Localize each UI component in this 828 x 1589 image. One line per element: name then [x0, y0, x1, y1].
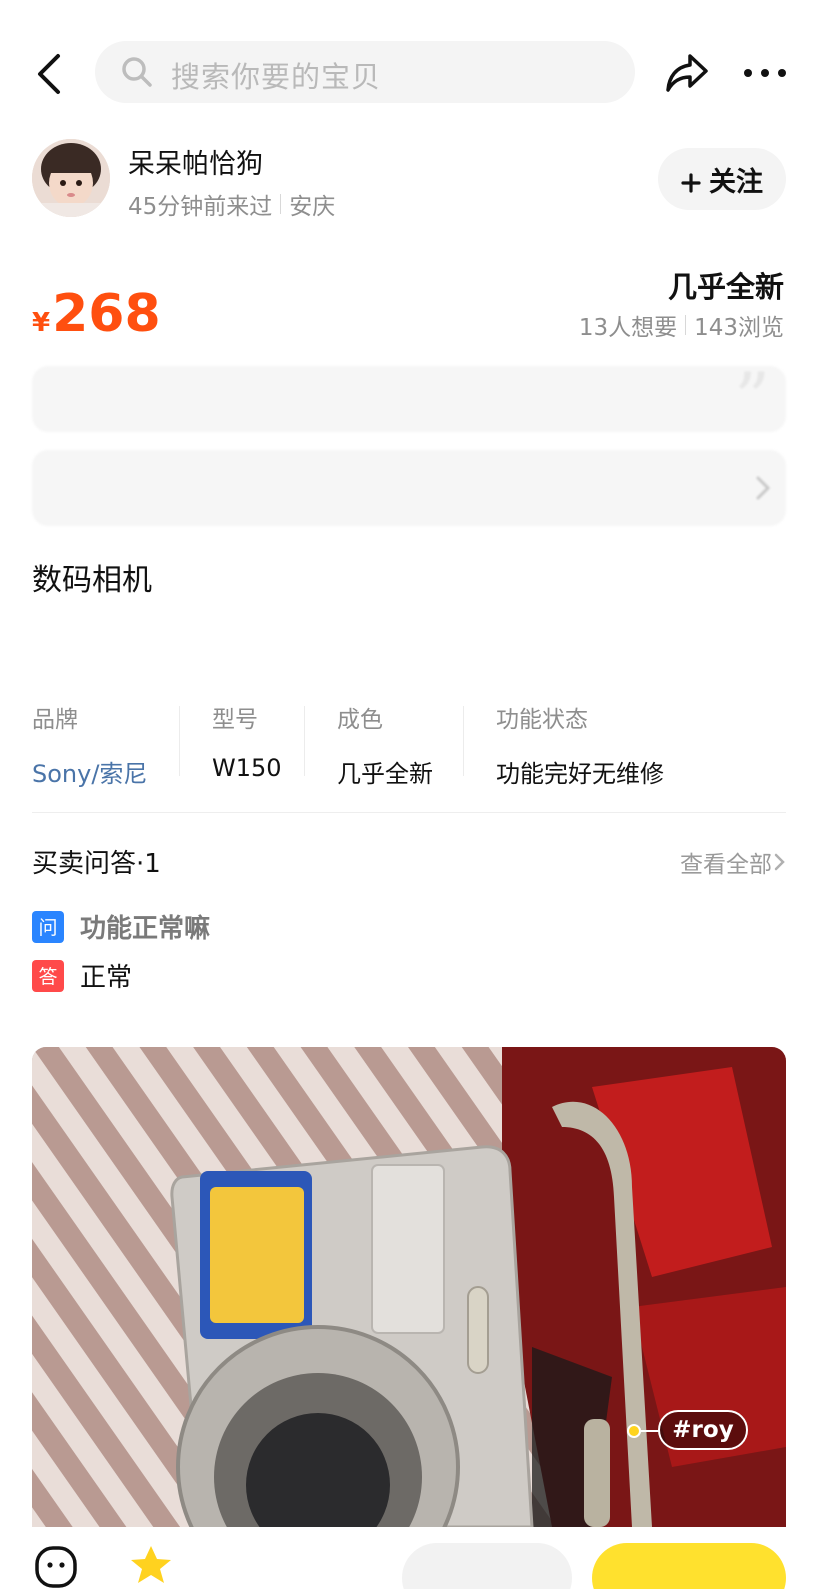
secondary-action-button[interactable]	[402, 1543, 572, 1589]
follow-button[interactable]: 关注	[658, 148, 786, 210]
seller-name[interactable]: 呆呆帕恰狗	[128, 142, 263, 181]
attr-condition: 成色 几乎全新	[337, 700, 433, 789]
item-photo[interactable]	[32, 1047, 786, 1527]
question-badge: 问	[32, 910, 64, 943]
follow-label: 关注	[709, 166, 763, 198]
item-stats: 13人想要 143浏览	[579, 308, 784, 342]
stats-divider	[685, 315, 687, 335]
back-icon[interactable]	[30, 52, 70, 96]
share-icon[interactable]	[664, 50, 710, 96]
attr-value: W150	[212, 754, 282, 782]
qa-question-row[interactable]: 问 功能正常嘛	[32, 908, 210, 945]
condition-label: 几乎全新	[667, 270, 784, 304]
qa-answer-row[interactable]: 答 正常	[32, 957, 132, 994]
last-seen: 45分钟前来过	[128, 194, 273, 220]
price-amount: 268	[52, 284, 161, 344]
attr-model: 型号 W150	[212, 700, 282, 782]
item-title: 数码相机	[32, 563, 152, 598]
attr-function: 功能状态 功能完好无维修	[496, 700, 664, 789]
wants-count: 13人想要	[578, 315, 678, 341]
attr-value: 几乎全新	[337, 760, 433, 788]
tag-dot	[627, 1424, 641, 1438]
more-icon[interactable]	[742, 60, 788, 86]
price: ¥ 268	[32, 284, 161, 344]
attr-brand: 品牌 Sony/索尼	[32, 700, 147, 789]
attr-divider	[179, 706, 180, 776]
qa-view-all-label: 查看全部	[680, 852, 772, 878]
attr-divider	[304, 706, 305, 776]
quote-icon: ”	[734, 358, 770, 440]
blurred-description-card: ”	[32, 358, 786, 440]
chevron-right-icon	[754, 474, 772, 502]
avatar[interactable]	[32, 139, 110, 217]
meta-divider	[280, 194, 282, 214]
photo-tag[interactable]: #roy	[658, 1410, 748, 1450]
answer-text: 正常	[80, 963, 133, 993]
views-count: 143浏览	[694, 315, 784, 341]
attr-value-brand-link[interactable]: Sony/索尼	[32, 754, 147, 789]
search-placeholder: 搜索你要的宝贝	[171, 60, 382, 94]
section-divider	[32, 812, 786, 813]
qa-view-all-link[interactable]: 查看全部	[680, 845, 786, 879]
star-icon[interactable]	[128, 1543, 174, 1589]
tag-line	[641, 1430, 659, 1432]
attr-value: 功能完好无维修	[496, 760, 664, 788]
question-text: 功能正常嘛	[80, 914, 211, 944]
attr-divider	[463, 706, 464, 776]
chat-icon[interactable]	[34, 1545, 78, 1589]
attr-label: 成色	[337, 707, 383, 733]
bottom-action-bar	[0, 1527, 828, 1589]
blurred-info-card[interactable]	[32, 450, 786, 526]
attr-label: 功能状态	[496, 707, 588, 733]
attr-label: 品牌	[32, 707, 78, 733]
answer-badge: 答	[32, 959, 64, 992]
search-icon	[121, 56, 153, 88]
plus-icon	[681, 169, 701, 193]
seller-meta: 45分钟前来过 安庆	[128, 187, 335, 221]
condition-tag: 几乎全新	[663, 264, 786, 306]
attr-label: 型号	[212, 707, 258, 733]
price-currency: ¥	[32, 308, 51, 338]
seller-location: 安庆	[289, 194, 336, 220]
qa-title: 买卖问答·1	[32, 849, 161, 879]
search-bar[interactable]: 搜索你要的宝贝	[95, 41, 635, 103]
chevron-right-icon	[774, 852, 786, 872]
primary-action-button[interactable]	[592, 1543, 786, 1589]
top-bar: 搜索你要的宝贝	[0, 0, 828, 130]
attribute-table: 品牌 Sony/索尼 型号 W150 成色 几乎全新 功能状态 功能完好无维修	[32, 700, 786, 788]
